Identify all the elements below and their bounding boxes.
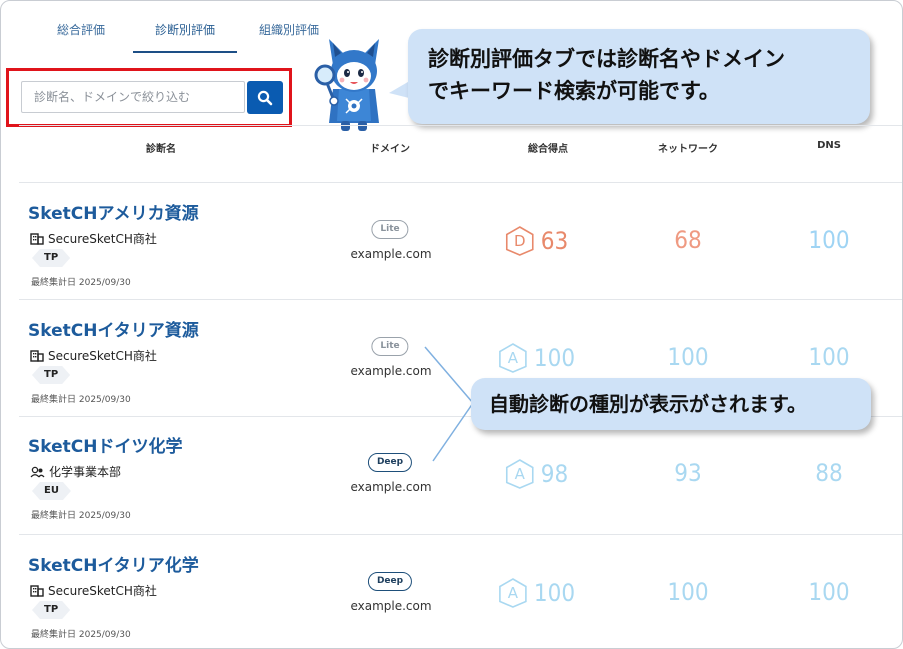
building-icon — [30, 349, 44, 362]
network-score: 93 — [674, 459, 702, 487]
header-dns: DNS — [817, 140, 841, 151]
header-total-score: 総合得点 — [528, 144, 568, 155]
grade-letter: A — [507, 349, 519, 367]
diagnosis-name-link[interactable]: SketCHイタリア資源 — [28, 316, 199, 341]
dns-score: 100 — [808, 343, 850, 371]
total-score-value: 100 — [533, 344, 576, 372]
organization-name: 化学事業本部 — [49, 465, 122, 479]
callout-search-line-2: でキーワード検索が可能です。 — [428, 79, 720, 103]
organization-name: SecureSketCH商社 — [48, 584, 157, 598]
header-network: ネットワーク — [658, 144, 718, 155]
grade-hexagon-icon: A — [504, 458, 536, 490]
total-score-value: 100 — [533, 579, 576, 607]
total-score: A 100 — [497, 577, 575, 609]
last-aggregated-date: 最終集計日 2025/09/30 — [31, 395, 131, 405]
grade-letter: D — [513, 232, 526, 250]
region-tag: TP — [32, 249, 70, 267]
network-score: 100 — [667, 343, 709, 371]
organization-name: SecureSketCH商社 — [48, 349, 157, 363]
mascot-character — [314, 39, 379, 131]
diagnosis-type-badge: Deep — [367, 453, 413, 472]
domain-text: example.com — [350, 599, 432, 613]
search-input[interactable] — [21, 81, 245, 113]
region-tag: TP — [32, 366, 70, 384]
app-frame: 総合評価 診断別評価 組織別評価 診断名、ドメインで絞り込む 診断別評価タブでは… — [0, 0, 903, 649]
organization: SecureSketCH商社 — [30, 582, 157, 599]
last-aggregated-date: 最終集計日 2025/09/30 — [31, 511, 131, 521]
building-icon — [30, 232, 44, 245]
dns-score: 100 — [808, 226, 850, 254]
building-icon — [30, 584, 44, 597]
tab-bar: 総合評価 診断別評価 組織別評価 — [29, 1, 341, 57]
header-domain: ドメイン — [370, 144, 410, 155]
total-score-value: 63 — [540, 227, 569, 255]
dns-score: 88 — [815, 459, 843, 487]
organization-name: SecureSketCH商社 — [48, 232, 157, 246]
last-aggregated-date: 最終集計日 2025/09/30 — [31, 630, 131, 640]
organization: SecureSketCH商社 — [30, 347, 157, 364]
diagnosis-type-badge: Deep — [367, 572, 413, 591]
domain-text: example.com — [350, 364, 432, 378]
last-aggregated-date: 最終集計日 2025/09/30 — [31, 278, 131, 288]
table-header: 診断名 ドメイン 総合得点 ネットワーク DNS — [19, 125, 902, 183]
diagnosis-name-link[interactable]: SketCHドイツ化学 — [28, 432, 182, 457]
dns-score: 100 — [808, 578, 850, 606]
total-score: A 100 — [497, 342, 575, 374]
table-row[interactable]: SketCHイタリア化学 SecureSketCH商社 TP 最終集計日 2025/0… — [19, 535, 902, 648]
people-icon — [30, 466, 45, 478]
callout-type-tip: 自動診断の種別が表示がされます。 — [471, 378, 871, 430]
network-score: 68 — [674, 226, 702, 254]
callout-search-line-1: 診断別評価タブでは診断名やドメイン — [428, 47, 785, 71]
organization: 化学事業本部 — [30, 463, 121, 480]
grade-hexagon-icon: D — [504, 225, 536, 257]
region-tag: EU — [32, 482, 71, 500]
header-diagnosis-name: 診断名 — [146, 144, 176, 155]
grade-letter: A — [507, 584, 519, 602]
region-tag: TP — [32, 601, 70, 619]
grade-hexagon-icon: A — [497, 577, 529, 609]
search-icon — [257, 90, 273, 105]
callout-search-tip: 診断別評価タブでは診断名やドメイン でキーワード検索が可能です。 — [408, 29, 870, 124]
grade-hexagon-icon: A — [497, 342, 529, 374]
diagnosis-name-link[interactable]: SketCHイタリア化学 — [28, 551, 199, 576]
tab-by-diagnosis[interactable]: 診断別評価 — [133, 1, 237, 57]
network-score: 100 — [667, 578, 709, 606]
grade-letter: A — [514, 465, 525, 483]
domain-text: example.com — [350, 480, 432, 494]
total-score: A 98 — [504, 458, 568, 490]
tab-overall[interactable]: 総合評価 — [29, 1, 133, 57]
diagnosis-name-link[interactable]: SketCHアメリカ資源 — [28, 199, 199, 224]
search-button[interactable] — [247, 81, 283, 114]
total-score-value: 98 — [540, 460, 569, 488]
diagnosis-type-badge: Lite — [371, 220, 409, 239]
table-row[interactable]: SketCHアメリカ資源 SecureSketCH商社 TP 最終集計日 2025/0… — [19, 183, 902, 300]
diagnosis-type-badge: Lite — [371, 337, 409, 356]
domain-text: example.com — [350, 247, 432, 261]
total-score: D 63 — [504, 225, 568, 257]
organization: SecureSketCH商社 — [30, 230, 157, 247]
